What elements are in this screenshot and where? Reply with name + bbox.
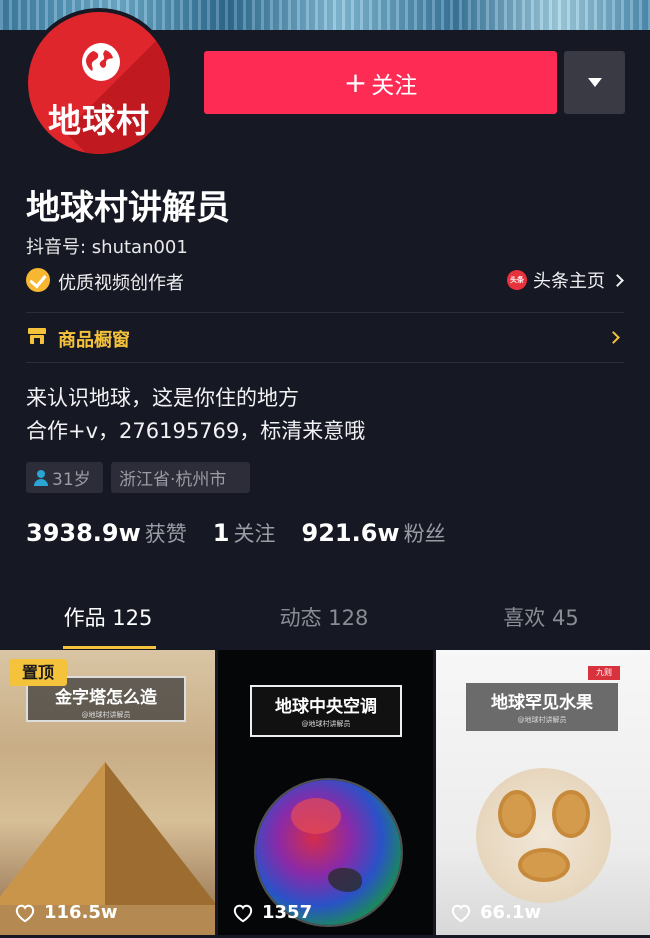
location-label: 浙江省·杭州市	[119, 470, 227, 490]
age-tag: 31岁	[26, 462, 103, 493]
video-title: 地球中央空调	[275, 697, 377, 717]
toutiao-icon: 头条	[507, 270, 527, 290]
video-watermark: @地球村讲解员	[81, 711, 131, 719]
badge-row: 优质视频创作者 头条 头条主页	[26, 266, 624, 296]
video-likes: 1357	[232, 902, 312, 923]
likes-count: 3938.9w	[26, 519, 141, 547]
chevron-right-icon	[607, 331, 620, 344]
plus-icon: +	[343, 65, 368, 99]
toutiao-homepage-link[interactable]: 头条 头条主页	[507, 267, 624, 293]
tab-works[interactable]: 作品 125	[0, 596, 216, 650]
heart-icon	[233, 904, 253, 922]
video-likes-count: 1357	[262, 902, 313, 923]
bio-line: 合作+v，276195769，标清来意哦	[26, 419, 366, 443]
globe-icon	[82, 43, 120, 81]
dropdown-icon	[587, 78, 602, 87]
video-thumbnail[interactable]: 地球中央空调 @地球村讲解员 1357	[218, 650, 433, 935]
pyramid-shadow	[105, 762, 215, 922]
video-title-box: 地球罕见水果 @地球村讲解员	[466, 683, 618, 731]
video-watermark: @地球村讲解员	[517, 716, 567, 724]
follow-button[interactable]: + 关注	[204, 51, 557, 114]
follow-label: 关注	[371, 72, 418, 99]
tab-likes[interactable]: 喜欢 45	[433, 596, 649, 650]
video-likes-count: 116.5w	[44, 902, 118, 923]
following-label[interactable]: 关注	[234, 518, 276, 548]
divider	[26, 312, 624, 313]
active-tab-indicator	[63, 646, 156, 649]
tab-activity[interactable]: 动态 128	[216, 596, 432, 650]
toutiao-label: 头条主页	[533, 271, 605, 292]
douyin-id: 抖音号: shutan001	[26, 237, 188, 258]
creator-badge: 优质视频创作者	[58, 273, 184, 294]
location-tag: 浙江省·杭州市	[111, 462, 250, 493]
content-tabs: 作品 125 动态 128 喜欢 45	[0, 596, 650, 650]
video-likes-count: 66.1w	[480, 902, 542, 923]
shop-icon	[28, 328, 46, 344]
following-count[interactable]: 1	[213, 519, 230, 547]
likes-label: 获赞	[144, 522, 187, 546]
avatar[interactable]: 地球村	[24, 8, 174, 158]
fruit-image	[476, 768, 611, 903]
video-title: 地球罕见水果	[491, 693, 593, 713]
followers-label[interactable]: 粉丝	[404, 518, 446, 548]
pinned-badge: 置顶	[9, 659, 67, 686]
video-title-box: 地球中央空调 @地球村讲解员	[250, 685, 402, 737]
chevron-right-icon	[611, 273, 624, 287]
video-thumbnail[interactable]: 九则 地球罕见水果 @地球村讲解员 66.1w	[436, 650, 650, 935]
avatar-logo-text: 地球村	[48, 101, 150, 140]
more-options-button[interactable]	[564, 51, 625, 114]
corner-tag: 九则	[588, 666, 620, 680]
video-likes: 116.5w	[14, 902, 118, 923]
person-icon	[34, 469, 48, 486]
verified-icon	[26, 268, 50, 292]
video-watermark: @地球村讲解员	[301, 720, 351, 728]
shop-window-link[interactable]: 商品橱窗	[26, 323, 624, 353]
divider	[26, 362, 624, 363]
shop-window-label: 商品橱窗	[58, 330, 130, 351]
age-label: 31岁	[52, 470, 91, 490]
bio-line: 来认识地球，这是你住的地方	[26, 386, 299, 410]
followers-count[interactable]: 921.6w	[302, 519, 400, 547]
video-likes: 66.1w	[450, 902, 541, 923]
video-grid: 金字塔怎么造 @地球村讲解员 置顶 116.5w 地球中央空调 @地球村讲解员 …	[0, 650, 650, 938]
heart-icon	[15, 904, 35, 922]
heart-icon	[451, 904, 471, 922]
stats-row: 3938.9w 获赞 1 关注 921.6w 粉丝	[26, 518, 472, 548]
video-thumbnail[interactable]: 金字塔怎么造 @地球村讲解员 置顶 116.5w	[0, 650, 215, 935]
profile-name: 地球村讲解员	[26, 188, 230, 228]
